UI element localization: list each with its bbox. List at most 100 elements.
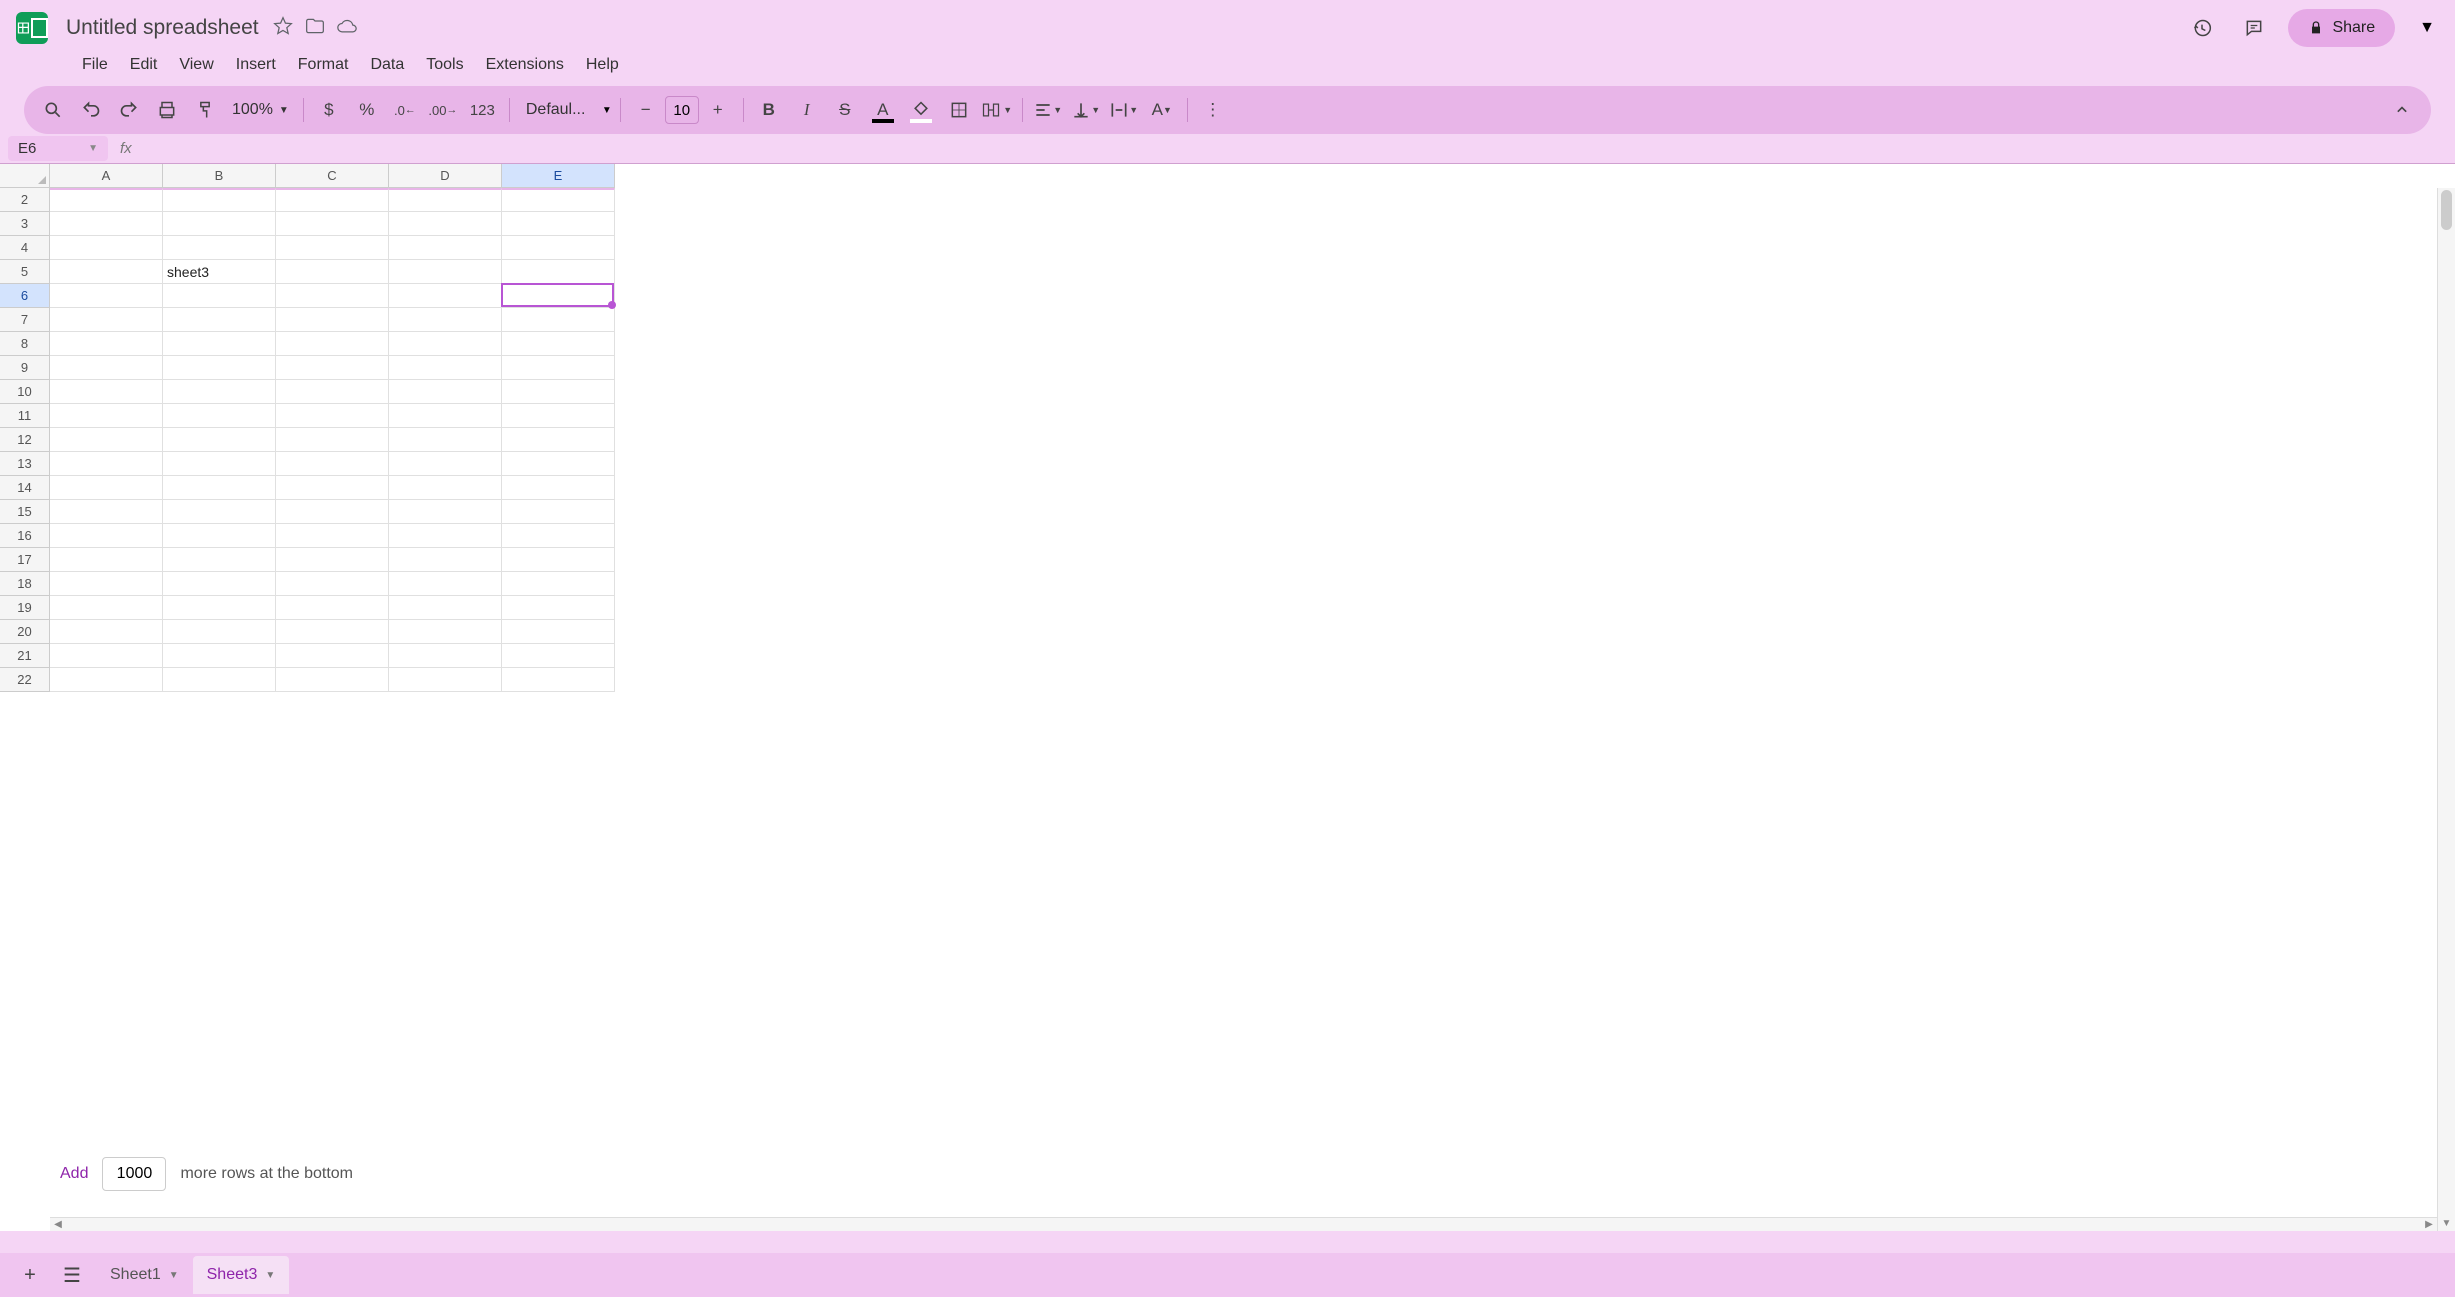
cell-C17[interactable] [276, 548, 389, 572]
cell-E22[interactable] [502, 668, 615, 692]
column-header-B[interactable]: B [163, 164, 276, 188]
cell-B8[interactable] [163, 332, 276, 356]
row-header-7[interactable]: 7 [0, 308, 50, 332]
menu-help[interactable]: Help [576, 52, 629, 78]
cell-D21[interactable] [389, 644, 502, 668]
cell-B10[interactable] [163, 380, 276, 404]
cell-E21[interactable] [502, 644, 615, 668]
cell-D20[interactable] [389, 620, 502, 644]
cell-C20[interactable] [276, 620, 389, 644]
cell-E20[interactable] [502, 620, 615, 644]
menu-insert[interactable]: Insert [226, 52, 286, 78]
row-header-16[interactable]: 16 [0, 524, 50, 548]
cell-C22[interactable] [276, 668, 389, 692]
format-123-button[interactable]: 123 [464, 93, 501, 127]
column-header-A[interactable]: A [50, 164, 163, 188]
cell-C2[interactable] [276, 188, 389, 212]
cell-E11[interactable] [502, 404, 615, 428]
cell-B20[interactable] [163, 620, 276, 644]
cell-C3[interactable] [276, 212, 389, 236]
cell-A14[interactable] [50, 476, 163, 500]
cell-B15[interactable] [163, 500, 276, 524]
column-header-D[interactable]: D [389, 164, 502, 188]
row-header-4[interactable]: 4 [0, 236, 50, 260]
cell-E17[interactable] [502, 548, 615, 572]
strikethrough-icon[interactable]: S [828, 93, 862, 127]
history-icon[interactable] [2184, 10, 2220, 46]
select-all-corner[interactable] [0, 164, 50, 188]
cell-D9[interactable] [389, 356, 502, 380]
cell-C6[interactable] [276, 284, 389, 308]
cell-B11[interactable] [163, 404, 276, 428]
cell-C5[interactable] [276, 260, 389, 284]
add-rows-input[interactable] [102, 1157, 166, 1191]
cell-A22[interactable] [50, 668, 163, 692]
cell-D5[interactable] [389, 260, 502, 284]
column-header-C[interactable]: C [276, 164, 389, 188]
scroll-down-icon[interactable]: ▼ [2438, 1215, 2455, 1231]
row-header-14[interactable]: 14 [0, 476, 50, 500]
row-header-15[interactable]: 15 [0, 500, 50, 524]
cloud-status-icon[interactable] [337, 16, 357, 41]
comment-icon[interactable] [2236, 10, 2272, 46]
increase-font-icon[interactable]: + [701, 93, 735, 127]
increase-decimal-icon[interactable]: .00→ [426, 93, 460, 127]
row-header-2[interactable]: 2 [0, 188, 50, 212]
cell-E6[interactable] [502, 284, 615, 308]
cell-E15[interactable] [502, 500, 615, 524]
redo-icon[interactable] [112, 93, 146, 127]
cell-E3[interactable] [502, 212, 615, 236]
cell-E13[interactable] [502, 452, 615, 476]
cell-D17[interactable] [389, 548, 502, 572]
cell-A10[interactable] [50, 380, 163, 404]
cell-C8[interactable] [276, 332, 389, 356]
cell-E8[interactable] [502, 332, 615, 356]
menu-format[interactable]: Format [288, 52, 359, 78]
row-header-20[interactable]: 20 [0, 620, 50, 644]
cell-C11[interactable] [276, 404, 389, 428]
cell-A7[interactable] [50, 308, 163, 332]
horizontal-align-icon[interactable]: ▼ [1031, 93, 1065, 127]
cell-E7[interactable] [502, 308, 615, 332]
text-wrap-icon[interactable]: ▼ [1107, 93, 1141, 127]
move-icon[interactable] [305, 16, 325, 41]
cell-D8[interactable] [389, 332, 502, 356]
vertical-scrollbar[interactable]: ▲ ▼ [2437, 188, 2455, 1231]
row-header-12[interactable]: 12 [0, 428, 50, 452]
cell-B17[interactable] [163, 548, 276, 572]
cell-A21[interactable] [50, 644, 163, 668]
cell-D12[interactable] [389, 428, 502, 452]
cell-A15[interactable] [50, 500, 163, 524]
cell-A13[interactable] [50, 452, 163, 476]
cell-D11[interactable] [389, 404, 502, 428]
cell-E4[interactable] [502, 236, 615, 260]
zoom-select[interactable]: 100%▼ [226, 101, 295, 119]
cell-B21[interactable] [163, 644, 276, 668]
row-header-3[interactable]: 3 [0, 212, 50, 236]
text-color-icon[interactable]: A [866, 93, 900, 127]
cell-D16[interactable] [389, 524, 502, 548]
cell-E18[interactable] [502, 572, 615, 596]
row-header-22[interactable]: 22 [0, 668, 50, 692]
borders-icon[interactable] [942, 93, 976, 127]
cell-C7[interactable] [276, 308, 389, 332]
cell-A18[interactable] [50, 572, 163, 596]
cell-B22[interactable] [163, 668, 276, 692]
cell-A17[interactable] [50, 548, 163, 572]
all-sheets-icon[interactable]: ☰ [54, 1257, 90, 1293]
vertical-align-icon[interactable]: ▼ [1069, 93, 1103, 127]
cell-D6[interactable] [389, 284, 502, 308]
font-size-input[interactable] [665, 96, 699, 124]
formula-input[interactable] [144, 136, 2455, 161]
cell-A4[interactable] [50, 236, 163, 260]
sheet-tab-menu-icon[interactable]: ▼ [265, 1270, 275, 1281]
row-header-11[interactable]: 11 [0, 404, 50, 428]
font-dropdown-icon[interactable]: ▼ [602, 105, 612, 116]
cell-C21[interactable] [276, 644, 389, 668]
cell-D18[interactable] [389, 572, 502, 596]
row-header-17[interactable]: 17 [0, 548, 50, 572]
cell-A3[interactable] [50, 212, 163, 236]
sheets-app-icon[interactable] [12, 8, 52, 48]
menu-tools[interactable]: Tools [416, 52, 473, 78]
cell-D3[interactable] [389, 212, 502, 236]
